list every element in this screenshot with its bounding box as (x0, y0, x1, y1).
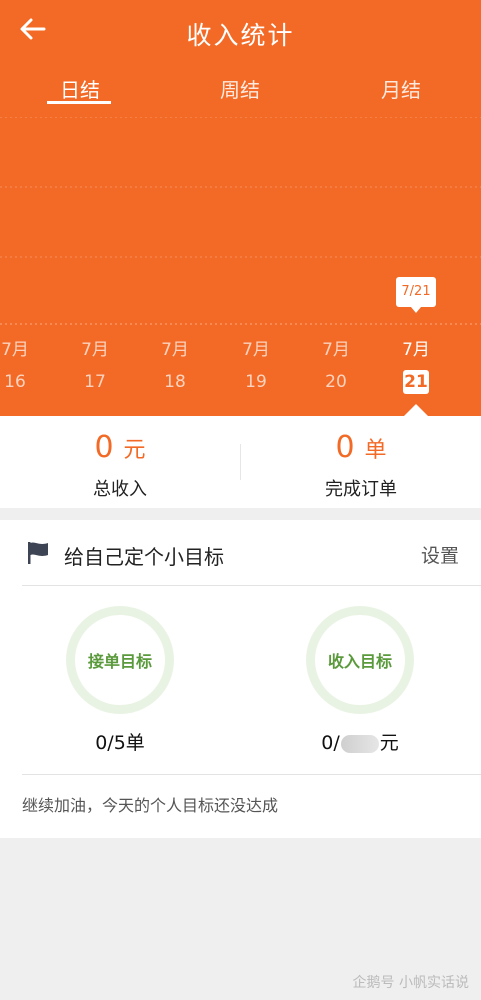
order-goal-label: 接单目标 (87, 652, 152, 671)
watermark: 企鹅号 小帆实话说 (352, 975, 469, 991)
goal-header: 给自己定个小目标 设置 (0, 520, 481, 586)
income-goal-suffix: 元 (379, 732, 399, 754)
redacted-value (340, 734, 379, 753)
income-goal-ring[interactable]: 收入目标 (306, 606, 414, 714)
date-item-21-selected[interactable]: 7月 21 (391, 338, 441, 394)
tab-daily[interactable]: 日结 (30, 74, 130, 103)
date-day: 21 (403, 370, 429, 394)
date-day: 19 (245, 372, 267, 392)
income-goal-value: 0/元 (280, 728, 440, 755)
income-value: 0 (94, 430, 114, 465)
goal-settings-button[interactable]: 设置 (421, 541, 459, 568)
period-tabs: 日结 周结 月结 (0, 74, 481, 110)
date-month: 7月 (81, 340, 109, 360)
date-month: 7月 (1, 340, 29, 360)
orders-value-row: 0单 (241, 430, 481, 469)
date-item-20[interactable]: 7月 20 (311, 338, 361, 394)
date-item-19[interactable]: 7月 19 (231, 338, 281, 394)
total-income: 0元 总收入 (0, 430, 240, 501)
goal-status-text: 继续加油，今天的个人目标还没达成 (22, 796, 279, 815)
date-item-18[interactable]: 7月 18 (150, 338, 200, 394)
goal-panel: 给自己定个小目标 设置 接单目标 0/5单 收入目标 0/元 继续加油，今天的个… (0, 520, 481, 838)
tab-underline (47, 101, 111, 104)
order-goal-ring[interactable]: 接单目标 (66, 606, 174, 714)
orders-label: 完成订单 (325, 479, 397, 500)
summary-panel: 0元 总收入 0单 完成订单 (0, 416, 481, 508)
date-item-16[interactable]: 7月 16 (0, 338, 40, 394)
date-item-17[interactable]: 7月 17 (70, 338, 120, 394)
date-day: 17 (84, 372, 106, 392)
chart-tooltip: 7/21 (396, 277, 436, 313)
page-title: 收入统计 (186, 21, 295, 50)
date-day: 20 (325, 372, 347, 392)
flag-icon (28, 542, 48, 564)
date-month: 7月 (242, 340, 270, 360)
orders-value: 0 (335, 430, 355, 465)
date-month: 7月 (161, 340, 189, 360)
tab-monthly[interactable]: 月结 (351, 74, 451, 103)
completed-orders: 0单 完成订单 (241, 430, 481, 501)
top-bar: 收入统计 (0, 0, 481, 66)
income-unit: 元 (123, 438, 146, 463)
income-goal-prefix: 0/ (321, 732, 340, 754)
orders-unit: 单 (364, 438, 387, 463)
date-month: 7月 (402, 340, 430, 360)
divider (22, 774, 481, 775)
selected-pointer (404, 404, 428, 416)
tab-weekly[interactable]: 周结 (190, 74, 290, 103)
order-goal-value: 0/5单 (95, 732, 145, 754)
date-day: 18 (164, 372, 186, 392)
income-goal-label: 收入目标 (327, 652, 392, 671)
income-label: 总收入 (93, 479, 147, 500)
date-day: 16 (4, 372, 26, 392)
income-value-row: 0元 (0, 430, 240, 469)
divider (22, 585, 481, 586)
date-month: 7月 (322, 340, 350, 360)
goal-title: 给自己定个小目标 (64, 545, 224, 569)
